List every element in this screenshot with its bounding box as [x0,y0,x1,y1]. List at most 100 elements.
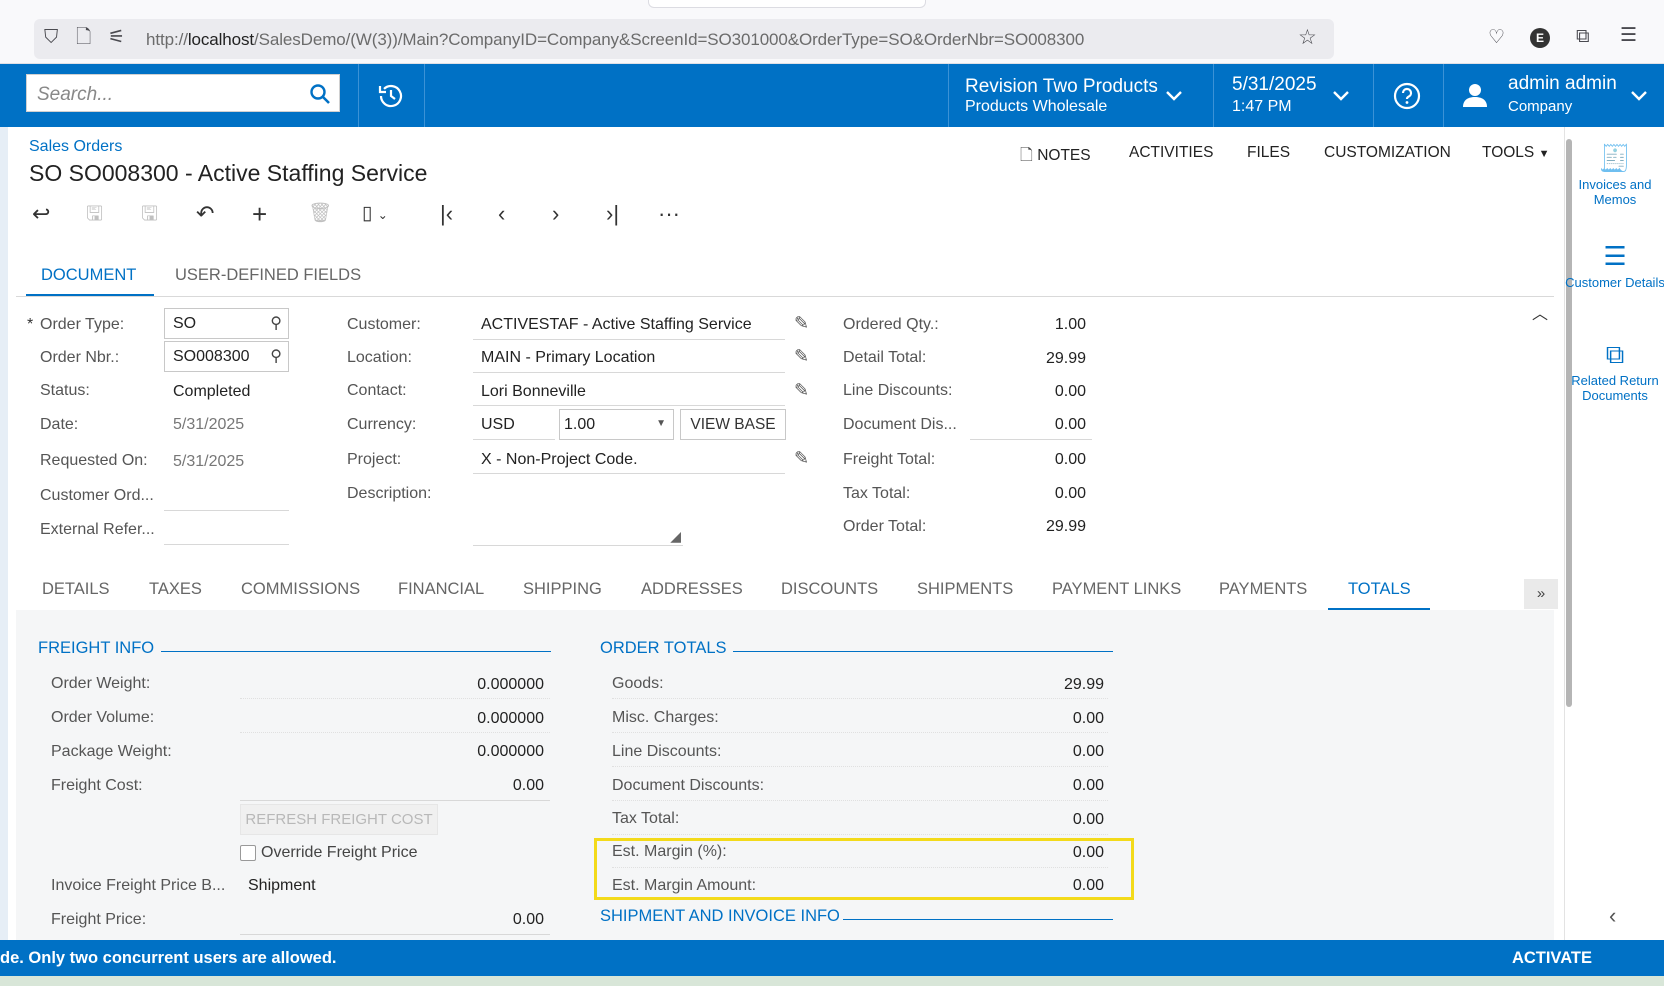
shield-icon[interactable]: ⛉ [44,28,58,48]
external-ref-field[interactable] [164,544,289,545]
tab-shipments[interactable]: SHIPMENTS [917,580,1013,599]
search-input[interactable]: Search... [26,74,340,112]
order-nbr-field[interactable]: SO008300 ⚲ [164,341,289,372]
address-bar[interactable]: ⛉ 🗋 ⚟ http://localhost/SalesDemo/(W(3))/… [34,19,1334,59]
tab-user-defined-fields[interactable]: USER-DEFINED FIELDS [175,266,361,285]
next-record-icon[interactable]: › [552,200,559,228]
undo-icon[interactable]: ↶ [196,200,214,228]
help-icon[interactable] [1392,81,1422,111]
project-field[interactable]: X - Non-Project Code. [481,451,638,469]
notes-button[interactable]: 🗋 NOTES [1020,144,1091,171]
customer-order-field[interactable] [164,510,289,511]
edit-pencil-icon[interactable]: ✎ [794,313,809,334]
tab-totals[interactable]: TOTALS [1348,580,1411,599]
delete-icon[interactable]: 🗑 [308,200,332,228]
search-icon[interactable] [309,83,331,105]
order-totals-header: ORDER TOTALS [600,639,727,657]
order-nbr-value: SO008300 [173,348,250,365]
bookmark-star-icon[interactable]: ☆ [1298,27,1317,48]
freight-price-field[interactable]: 0.00 [380,911,544,929]
line-discounts-label: Line Discounts: [843,382,953,399]
files-button[interactable]: FILES [1247,144,1290,162]
branch-selector[interactable]: Revision Two Products Products Wholesale [949,64,1213,127]
tab-details[interactable]: DETAILS [42,580,110,599]
customer-label: Customer: [347,316,421,333]
tab-discounts[interactable]: DISCOUNTS [781,580,878,599]
last-record-icon[interactable]: ›| [606,200,619,228]
tab-document[interactable]: DOCUMENT [41,266,136,285]
requested-on-field[interactable]: 5/31/2025 [173,453,244,471]
activities-button[interactable]: ACTIVITIES [1129,144,1213,162]
order-type-value: SO [173,315,197,332]
tab-payments[interactable]: PAYMENTS [1219,580,1307,599]
field-underline [240,800,550,801]
business-time: 1:47 PM [1232,98,1292,115]
tools-menu[interactable]: TOOLS ▼ [1482,144,1549,162]
related-return-documents-link[interactable]: ⧉ Related Return Documents [1565,339,1664,403]
extension-e-icon[interactable]: E [1530,28,1550,48]
activate-button[interactable]: ACTIVATE [1512,949,1592,968]
scrollbar[interactable] [1566,139,1572,707]
first-record-icon[interactable]: |‹ [440,200,453,228]
detail-total-label: Detail Total: [843,349,927,366]
document-discount-field[interactable]: 0.00 [968,416,1086,434]
browser-tab[interactable] [648,0,926,8]
tab-shipping[interactable]: SHIPPING [523,580,602,599]
branch-sub: Products Wholesale [965,98,1108,115]
save-close-icon[interactable]: 🖫 [86,200,103,228]
more-tabs-icon[interactable]: » [1524,579,1558,609]
caret-down-icon: ▼ [656,418,666,429]
breadcrumb[interactable]: Sales Orders [29,138,122,156]
recent-history-icon[interactable] [376,81,406,111]
copy-paste-menu[interactable]: ▯ ⌄ [362,200,388,229]
business-date-selector[interactable]: 5/31/2025 1:47 PM [1214,64,1372,127]
tab-taxes[interactable]: TAXES [149,580,202,599]
resize-handle-icon[interactable]: ◢ [670,528,681,545]
url-text[interactable]: http://localhost/SalesDemo/(W(3))/Main?C… [146,30,1084,50]
more-actions-icon[interactable]: ··· [658,200,680,228]
user-menu[interactable]: admin admin Company [1444,64,1664,127]
edit-pencil-icon[interactable]: ✎ [794,346,809,367]
totals-tax-value: 0.00 [1072,811,1104,828]
date-label: Date: [40,416,79,433]
customer-field[interactable]: ACTIVESTAF - Active Staffing Service [481,316,752,334]
previous-record-icon[interactable]: ‹ [498,200,505,228]
override-freight-checkbox[interactable] [240,845,256,861]
lookup-search-icon[interactable]: ⚲ [270,313,282,333]
lookup-search-icon[interactable]: ⚲ [270,346,282,366]
collapse-chevron-up-icon[interactable]: ︿ [1532,300,1548,324]
date-field[interactable]: 5/31/2025 [173,416,244,434]
tab-financial[interactable]: FINANCIAL [398,580,484,599]
customization-button[interactable]: CUSTOMIZATION [1324,144,1451,162]
currency-rate-dropdown[interactable]: 1.00 ▼ [559,409,674,440]
currency-field[interactable]: USD [481,416,515,434]
tab-addresses[interactable]: ADDRESSES [641,580,743,599]
description-field[interactable]: ◢ [473,480,683,546]
tab-payment-links[interactable]: PAYMENT LINKS [1052,580,1181,599]
notes-icon: 🗋 [1020,147,1033,164]
back-icon[interactable]: ↩ [32,200,50,228]
edit-pencil-icon[interactable]: ✎ [794,380,809,401]
save-icon[interactable]: 🖫 [141,200,158,228]
edit-pencil-icon[interactable]: ✎ [794,448,809,469]
menu-hamburger-icon[interactable]: ☰ [1620,26,1637,46]
freight-total-label: Freight Total: [843,451,936,468]
section-rule [733,651,1113,652]
add-icon[interactable]: + [252,200,267,228]
tab-commissions[interactable]: COMMISSIONS [241,580,360,599]
invoice-freight-price-field[interactable]: Shipment [248,877,316,895]
contact-field[interactable]: Lori Bonneville [481,383,586,401]
location-field[interactable]: MAIN - Primary Location [481,349,655,367]
header-divider [424,64,425,127]
requested-on-label: Requested On: [40,452,148,469]
collapse-panel-chevron-icon[interactable]: ‹ [1609,903,1616,929]
customer-details-link[interactable]: ☰ Customer Details [1565,241,1664,290]
invoices-memos-link[interactable]: 🧾 Invoices and Memos [1565,143,1664,207]
pocket-icon[interactable]: ♡ [1488,28,1505,48]
permissions-icon[interactable]: ⚟ [108,28,125,48]
invoices-memos-label: Invoices and Memos [1578,177,1652,207]
refresh-freight-cost-button[interactable]: REFRESH FREIGHT COST [240,804,438,835]
extensions-puzzle-icon[interactable]: ⧉ [1576,27,1590,47]
order-type-field[interactable]: SO ⚲ [164,308,289,339]
view-base-button[interactable]: VIEW BASE [680,409,786,440]
